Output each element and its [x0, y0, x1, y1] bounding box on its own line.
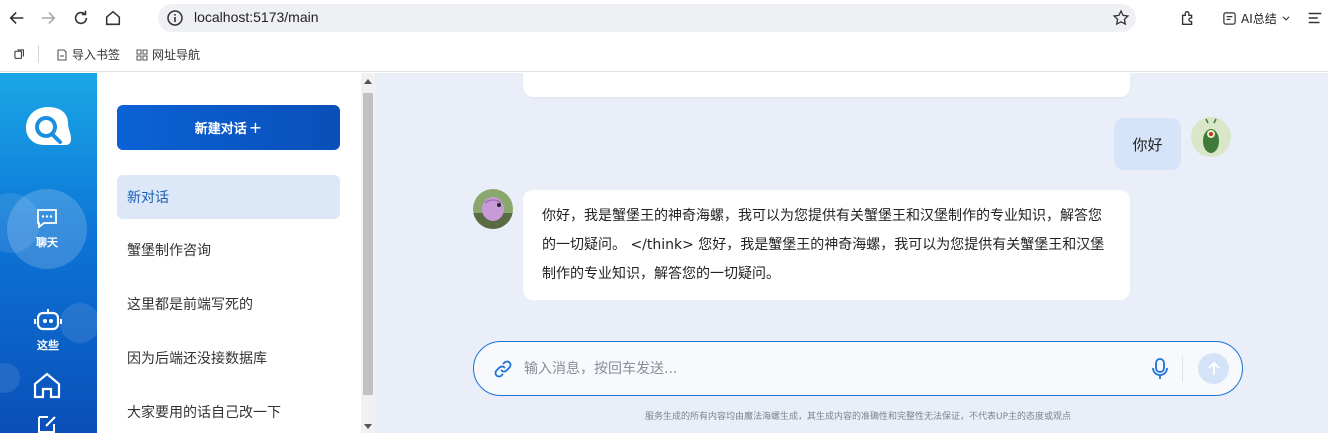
- bookmark-navigation[interactable]: 网址导航: [136, 46, 200, 63]
- previous-message-card: [523, 73, 1130, 97]
- conversation-title: 蟹堡制作咨询: [127, 243, 211, 259]
- attach-link-icon[interactable]: [493, 359, 513, 379]
- conversation-sidebar: 新建对话 + 新对话 蟹堡制作咨询 这里都是前端写死的 因为后端还没接数据库 大…: [97, 73, 361, 433]
- message-composer: [473, 341, 1243, 396]
- home-icon[interactable]: [32, 371, 62, 399]
- address-bar[interactable]: localhost:5173/main: [158, 4, 1136, 32]
- nav-rail: 聊天 这些: [0, 73, 97, 433]
- chat-icon: [37, 209, 57, 228]
- bookmark-import[interactable]: 导入书签: [56, 46, 120, 63]
- conversation-item[interactable]: 因为后端还没接数据库: [117, 336, 340, 380]
- bookmark-star-icon[interactable]: [1112, 9, 1130, 27]
- menu-icon[interactable]: [1304, 7, 1326, 29]
- conversation-title: 新对话: [127, 190, 169, 206]
- scrollbar-thumb[interactable]: [363, 93, 373, 395]
- ai-summary-button[interactable]: AI总结: [1222, 9, 1291, 27]
- url-text[interactable]: localhost:5173/main: [194, 9, 319, 25]
- grid-icon: [136, 49, 148, 60]
- conversation-item[interactable]: 这里都是前端写死的: [117, 282, 340, 326]
- assistant-avatar: [473, 189, 513, 229]
- bookmarks-divider: [38, 45, 39, 63]
- conversation-item[interactable]: 新对话: [117, 175, 340, 219]
- bookmark-import-icon: [57, 48, 67, 61]
- assistant-message-bubble: 你好，我是蟹堡王的神奇海螺，我可以为您提供有关蟹堡王和汉堡制作的专业知识，解答您…: [523, 190, 1130, 300]
- reload-icon[interactable]: [70, 7, 92, 29]
- chat-panel: 你好 你好，我是蟹堡王的神奇海螺，我可以为您提供有关蟹堡王和汉堡制作的专业知识，…: [375, 73, 1328, 433]
- user-avatar: [1191, 117, 1231, 157]
- conch-logo-icon: [26, 107, 71, 145]
- scroll-up-icon[interactable]: [364, 79, 372, 84]
- extensions-icon[interactable]: [1177, 7, 1199, 29]
- forward-icon[interactable]: [37, 7, 59, 29]
- user-message-text: 你好: [1132, 135, 1163, 154]
- edit-icon[interactable]: [36, 413, 58, 433]
- bookmark-label: 网址导航: [152, 48, 201, 62]
- user-message-bubble: 你好: [1114, 118, 1181, 170]
- new-chat-button[interactable]: 新建对话 +: [117, 105, 340, 150]
- robot-icon: [34, 309, 62, 331]
- back-icon[interactable]: [6, 7, 28, 29]
- message-input[interactable]: [524, 356, 1124, 382]
- new-chat-label: 新建对话: [194, 122, 247, 137]
- conversation-item[interactable]: 蟹堡制作咨询: [117, 228, 340, 272]
- sidebar-scrollbar[interactable]: [361, 73, 375, 433]
- home-page-icon[interactable]: [102, 7, 124, 29]
- assistant-message-text: 你好，我是蟹堡王的神奇海螺，我可以为您提供有关蟹堡王和汉堡制作的专业知识，解答您…: [542, 208, 1105, 282]
- scroll-down-icon[interactable]: [364, 424, 372, 429]
- rail-item-these[interactable]: 这些: [18, 307, 78, 353]
- rail-item-chat[interactable]: 聊天: [7, 189, 87, 269]
- disclaimer-text: 服务生成的所有内容均由魔法海螺生成，其生成内容的准确性和完整性无法保证，不代表U…: [644, 412, 1072, 422]
- conversation-title: 因为后端还没接数据库: [127, 351, 267, 367]
- chevron-down-icon: [1282, 16, 1290, 21]
- conversation-title: 大家要用的话自己改一下: [127, 405, 281, 421]
- site-info-icon[interactable]: [166, 9, 184, 27]
- composer-divider: [1182, 356, 1183, 382]
- rail-item-label: 这些: [37, 339, 59, 352]
- send-button[interactable]: [1198, 353, 1229, 384]
- browser-toolbar: localhost:5173/main AI总结: [0, 0, 1328, 36]
- conversation-title: 这里都是前端写死的: [127, 297, 253, 313]
- rail-item-label: 聊天: [36, 236, 58, 249]
- decor-bubble: [0, 363, 20, 393]
- plus-icon: +: [248, 118, 263, 137]
- microphone-icon[interactable]: [1150, 357, 1170, 381]
- bookmark-label: 导入书签: [72, 48, 121, 62]
- summary-icon: [1223, 11, 1236, 25]
- ai-summary-label: AI总结: [1241, 11, 1277, 26]
- arrow-up-icon: [1207, 361, 1220, 375]
- bookmarks-bar: 导入书签 网址导航: [0, 36, 1328, 72]
- tab-groups-icon[interactable]: [8, 43, 30, 65]
- conversation-item[interactable]: 大家要用的话自己改一下: [117, 390, 340, 434]
